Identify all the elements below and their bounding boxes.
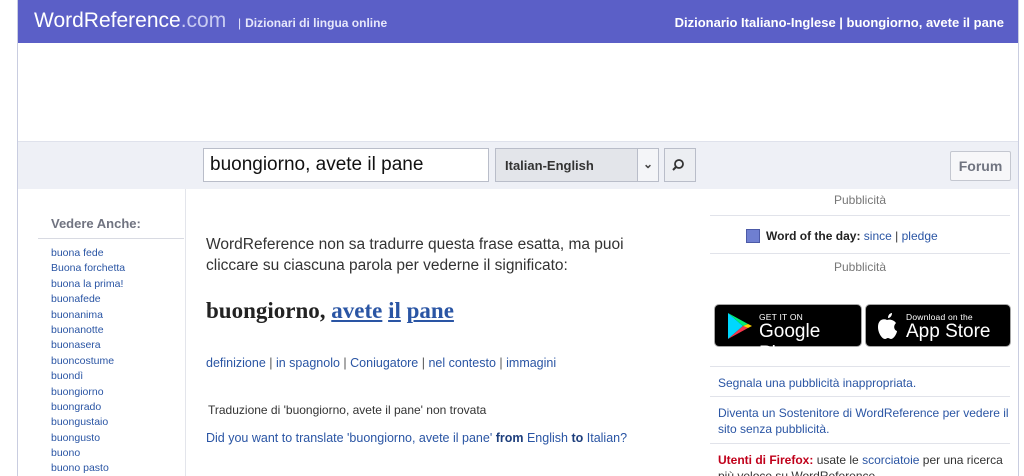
- see-also-link[interactable]: buongustaio: [51, 415, 125, 430]
- search-input[interactable]: [203, 148, 489, 182]
- phrase-word-link[interactable]: avete: [331, 298, 382, 323]
- phrase-word-link[interactable]: il: [388, 298, 401, 323]
- logo-main: WordReference: [34, 9, 181, 32]
- reverse-translate-link[interactable]: Did you want to translate 'buongiorno, a…: [206, 431, 627, 445]
- reverse-lang-from: English: [526, 431, 568, 445]
- site-logo[interactable]: WordReference.com: [34, 9, 226, 33]
- see-also-sidebar: Vedere Anche: buona fede Buona forchetta…: [18, 189, 185, 476]
- chevron-down-icon[interactable]: ⌄: [637, 149, 658, 181]
- reverse-from-word: from: [495, 431, 524, 445]
- tool-link-images[interactable]: immagini: [506, 356, 556, 370]
- dictionary-select[interactable]: Italian-English ⌄: [495, 148, 659, 182]
- ad-label: Pubblicità: [833, 193, 887, 207]
- see-also-link[interactable]: buongrado: [51, 400, 125, 415]
- magnifier-icon: [672, 159, 684, 171]
- app-store-big: App Store: [906, 321, 991, 342]
- word-of-the-day: Word of the day: since | pledge: [746, 229, 938, 243]
- see-also-link[interactable]: buonanima: [51, 308, 125, 323]
- dictionary-breadcrumb: Dizionario Italiano-Inglese | buongiorno…: [674, 15, 1004, 30]
- firefox-notice: Utenti di Firefox: usate le scorciatoie …: [718, 452, 1010, 476]
- wotd-link[interactable]: since: [864, 229, 892, 243]
- tool-links: definizione | in spagnolo | Coniugatore …: [206, 356, 556, 370]
- reverse-lang-to: Italian?: [586, 431, 628, 445]
- reverse-to-word: to: [571, 431, 584, 445]
- see-also-link[interactable]: buonafede: [51, 292, 125, 307]
- see-also-list: buona fede Buona forchetta buona la prim…: [51, 246, 125, 476]
- no-translation-message: WordReference non sa tradurre questa fra…: [206, 236, 624, 274]
- see-also-link[interactable]: Buona forchetta: [51, 261, 125, 276]
- dictionary-select-value: Italian-English: [505, 158, 594, 173]
- divider: [710, 215, 1010, 216]
- divider: [710, 366, 1010, 367]
- page-frame: WordReference.com | Dizionari di lingua o…: [17, 0, 1019, 476]
- tool-link-conjugator[interactable]: Coniugatore: [350, 356, 418, 370]
- tool-separator: |: [343, 356, 347, 370]
- forum-button[interactable]: Forum: [950, 151, 1011, 181]
- tool-link-context[interactable]: nel contesto: [428, 356, 495, 370]
- apple-icon: [878, 313, 897, 339]
- divider: [710, 253, 1010, 254]
- see-also-link[interactable]: buonasera: [51, 338, 125, 353]
- site-tagline: | Dizionari di lingua online: [238, 16, 387, 30]
- reverse-prefix: Did you want to translate 'buongiorno, a…: [206, 431, 493, 445]
- tool-separator: |: [421, 356, 425, 370]
- phrase-word: buongiorno,: [206, 298, 326, 323]
- wotd-separator: |: [895, 229, 899, 243]
- tool-link-spanish[interactable]: in spagnolo: [276, 356, 340, 370]
- firefox-label: Utenti di Firefox:: [718, 453, 814, 467]
- divider: [710, 443, 1010, 444]
- see-also-link[interactable]: buongusto: [51, 431, 125, 446]
- app-store-badge[interactable]: Download on the App Store: [865, 304, 1011, 347]
- tool-link-definition[interactable]: definizione: [206, 356, 266, 370]
- google-play-badge[interactable]: GET IT ON Google Play: [714, 304, 862, 364]
- see-also-link[interactable]: buona fede: [51, 246, 125, 261]
- search-button[interactable]: [664, 148, 696, 182]
- site-header: WordReference.com | Dizionari di lingua o…: [18, 0, 1018, 43]
- see-also-link[interactable]: buono: [51, 446, 125, 461]
- search-bar: Italian-English ⌄ Forum: [18, 141, 1018, 190]
- tagline-text: Dizionari di lingua online: [245, 16, 388, 30]
- right-sidebar: Pubblicità Word of the day: since | pled…: [710, 189, 1018, 476]
- not-found-text: Traduzione di 'buongiorno, avete il pane…: [208, 403, 487, 417]
- shortcuts-link[interactable]: scorciatoie: [862, 453, 919, 467]
- wotd-link[interactable]: pledge: [902, 229, 938, 243]
- see-also-link[interactable]: buoncostume: [51, 354, 125, 369]
- calendar-icon: [746, 229, 760, 243]
- supporter-link[interactable]: Diventa un Sostenitore di WordReference …: [718, 405, 1010, 437]
- divider: [710, 396, 1010, 397]
- wotd-label: Word of the day:: [766, 229, 861, 243]
- tool-separator: |: [269, 356, 273, 370]
- see-also-link[interactable]: buono pasto: [51, 461, 125, 476]
- divider: [38, 238, 184, 239]
- see-also-link[interactable]: buonanotte: [51, 323, 125, 338]
- phrase-word-link[interactable]: pane: [407, 298, 454, 323]
- report-ad-link[interactable]: Segnala una pubblicità inappropriata.: [718, 376, 916, 390]
- see-also-link[interactable]: buondì: [51, 369, 125, 384]
- see-also-link[interactable]: buongiorno: [51, 385, 125, 400]
- see-also-title: Vedere Anche:: [51, 216, 141, 231]
- google-play-icon: [728, 313, 752, 339]
- ad-banner-area: [18, 43, 1018, 141]
- clickable-phrase: buongiorno, avete il pane: [206, 298, 454, 324]
- ad-label: Pubblicità: [833, 260, 887, 274]
- see-also-link[interactable]: buona la prima!: [51, 277, 125, 292]
- logo-suffix: .com: [180, 9, 227, 32]
- google-play-big: Google Play: [759, 321, 821, 364]
- firefox-text: usate le: [816, 453, 859, 467]
- main-content: WordReference non sa tradurre questa fra…: [185, 189, 711, 476]
- tool-separator: |: [499, 356, 503, 370]
- tagline-separator: |: [238, 16, 242, 30]
